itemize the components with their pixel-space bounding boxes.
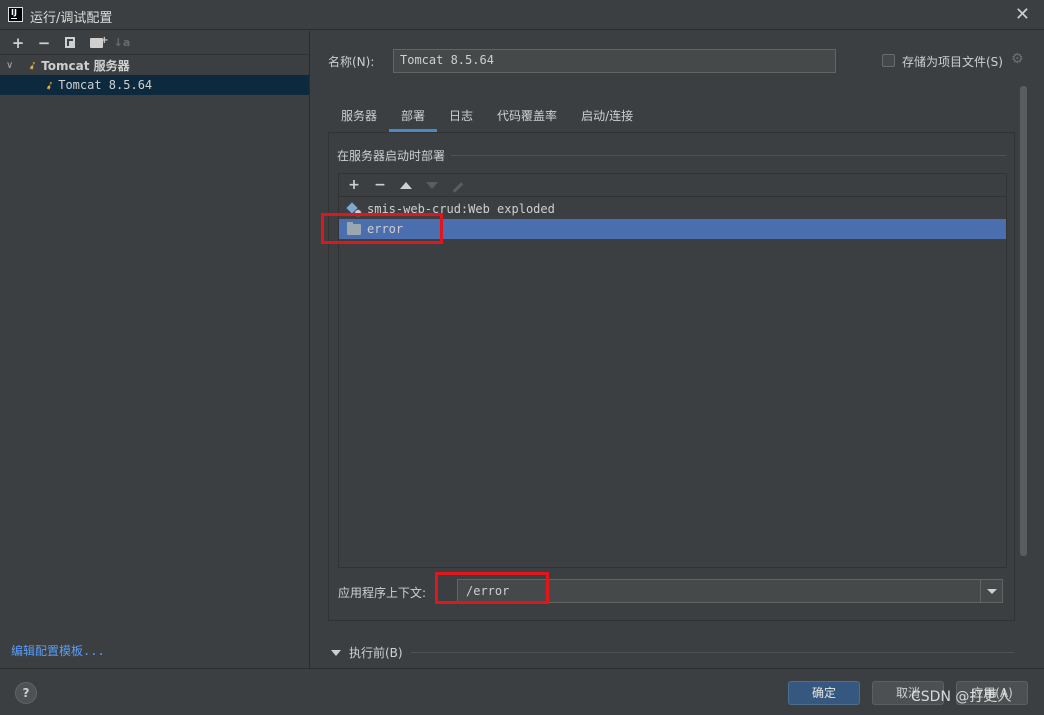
tree-item-label: Tomcat 8.5.64 xyxy=(58,78,153,92)
gear-icon[interactable]: ⚙ xyxy=(1011,51,1024,67)
move-up-button[interactable] xyxy=(393,177,419,193)
divider xyxy=(451,155,1006,156)
dialog-footer: ? 确定 取消 应用(A) CSDN @打更人 xyxy=(0,668,1044,715)
vertical-scrollbar[interactable] xyxy=(1020,86,1027,556)
copy-config-button[interactable] xyxy=(57,34,83,52)
copy-icon xyxy=(65,36,75,48)
tree-group-label: Tomcat 服务器 xyxy=(41,58,130,73)
application-context-combobox[interactable]: /error xyxy=(457,579,1003,603)
edit-templates-link[interactable]: 编辑配置模板... xyxy=(11,642,105,659)
deployment-panel: 在服务器启动时部署 + − smis-web-crud:Web exploded… xyxy=(328,132,1015,621)
context-label: 应用程序上下文: xyxy=(338,586,427,600)
chevron-down-icon[interactable] xyxy=(980,580,1002,602)
list-item[interactable]: error xyxy=(339,219,1006,239)
folder-icon xyxy=(347,221,361,235)
tab-code-coverage[interactable]: 代码覆盖率 xyxy=(485,101,569,132)
divider xyxy=(411,652,1014,653)
ok-button[interactable]: 确定 xyxy=(788,681,860,705)
remove-config-button[interactable]: − xyxy=(31,34,57,52)
tab-startup-connection[interactable]: 启动/连接 xyxy=(569,101,645,132)
artifact-icon xyxy=(347,202,362,217)
window-title: 运行/调试配置 xyxy=(30,11,113,26)
arrow-up-icon xyxy=(400,182,412,189)
tab-bar: 服务器 部署 日志 代码覆盖率 启动/连接 xyxy=(329,101,645,132)
folder-add-icon xyxy=(89,35,109,48)
tomcat-icon: ➹ xyxy=(43,77,57,93)
name-field[interactable]: Tomcat 8.5.64 xyxy=(393,49,836,73)
name-label: 名称(N): xyxy=(328,55,375,69)
arrow-down-icon xyxy=(426,182,438,189)
edit-artifact-button[interactable] xyxy=(445,177,471,193)
move-down-button[interactable] xyxy=(419,177,445,193)
close-icon[interactable]: ✕ xyxy=(1015,4,1030,25)
sort-button[interactable]: ↓a xyxy=(109,36,135,49)
tab-server[interactable]: 服务器 xyxy=(329,101,389,132)
remove-artifact-button[interactable]: − xyxy=(367,177,393,193)
tab-logs[interactable]: 日志 xyxy=(437,101,485,132)
collapse-triangle-icon xyxy=(331,649,341,656)
add-config-button[interactable]: + xyxy=(5,34,31,52)
add-artifact-button[interactable]: + xyxy=(341,177,367,193)
before-launch-section[interactable]: 执行前(B) xyxy=(331,644,403,661)
deploy-group-title: 在服务器启动时部署 xyxy=(337,149,446,163)
config-editor-pane: 名称(N): Tomcat 8.5.64 存储为项目文件(S) ⚙ 服务器 部署… xyxy=(311,31,1044,668)
help-button[interactable]: ? xyxy=(15,682,37,704)
tab-deployment[interactable]: 部署 xyxy=(389,101,438,132)
list-item[interactable]: smis-web-crud:Web exploded xyxy=(339,199,1006,219)
intellij-logo-icon: IJ xyxy=(8,7,23,22)
title-bar: IJ 运行/调试配置 ✕ xyxy=(0,0,1044,30)
store-as-project-file-checkbox[interactable] xyxy=(882,54,895,67)
store-as-project-file-label: 存储为项目文件(S) xyxy=(902,55,1003,69)
artifact-label: error xyxy=(367,222,404,236)
csdn-watermark: CSDN @打更人 xyxy=(911,689,1012,705)
chevron-down-icon[interactable]: ∨ xyxy=(6,60,20,71)
application-context-value: /error xyxy=(466,584,510,598)
artifact-list-toolbar: + − xyxy=(339,174,1006,197)
new-folder-button[interactable] xyxy=(83,34,109,52)
pencil-icon xyxy=(452,182,464,193)
tree-item-tomcat-8564[interactable]: ➹ Tomcat 8.5.64 xyxy=(0,75,309,95)
tomcat-icon: ➹ xyxy=(26,57,40,73)
tree-group-tomcat[interactable]: ∨ ➹ Tomcat 服务器 xyxy=(0,55,309,75)
artifact-label: smis-web-crud:Web exploded xyxy=(367,202,555,216)
config-tree-pane: + − ↓a ∨ ➹ Tomcat 服务器 ➹ Tomcat 8.5.64 编辑… xyxy=(0,31,310,668)
artifact-list: + − smis-web-crud:Web exploded error xyxy=(338,173,1007,568)
before-launch-label: 执行前(B) xyxy=(349,646,403,660)
tree-toolbar: + − ↓a xyxy=(0,31,309,55)
